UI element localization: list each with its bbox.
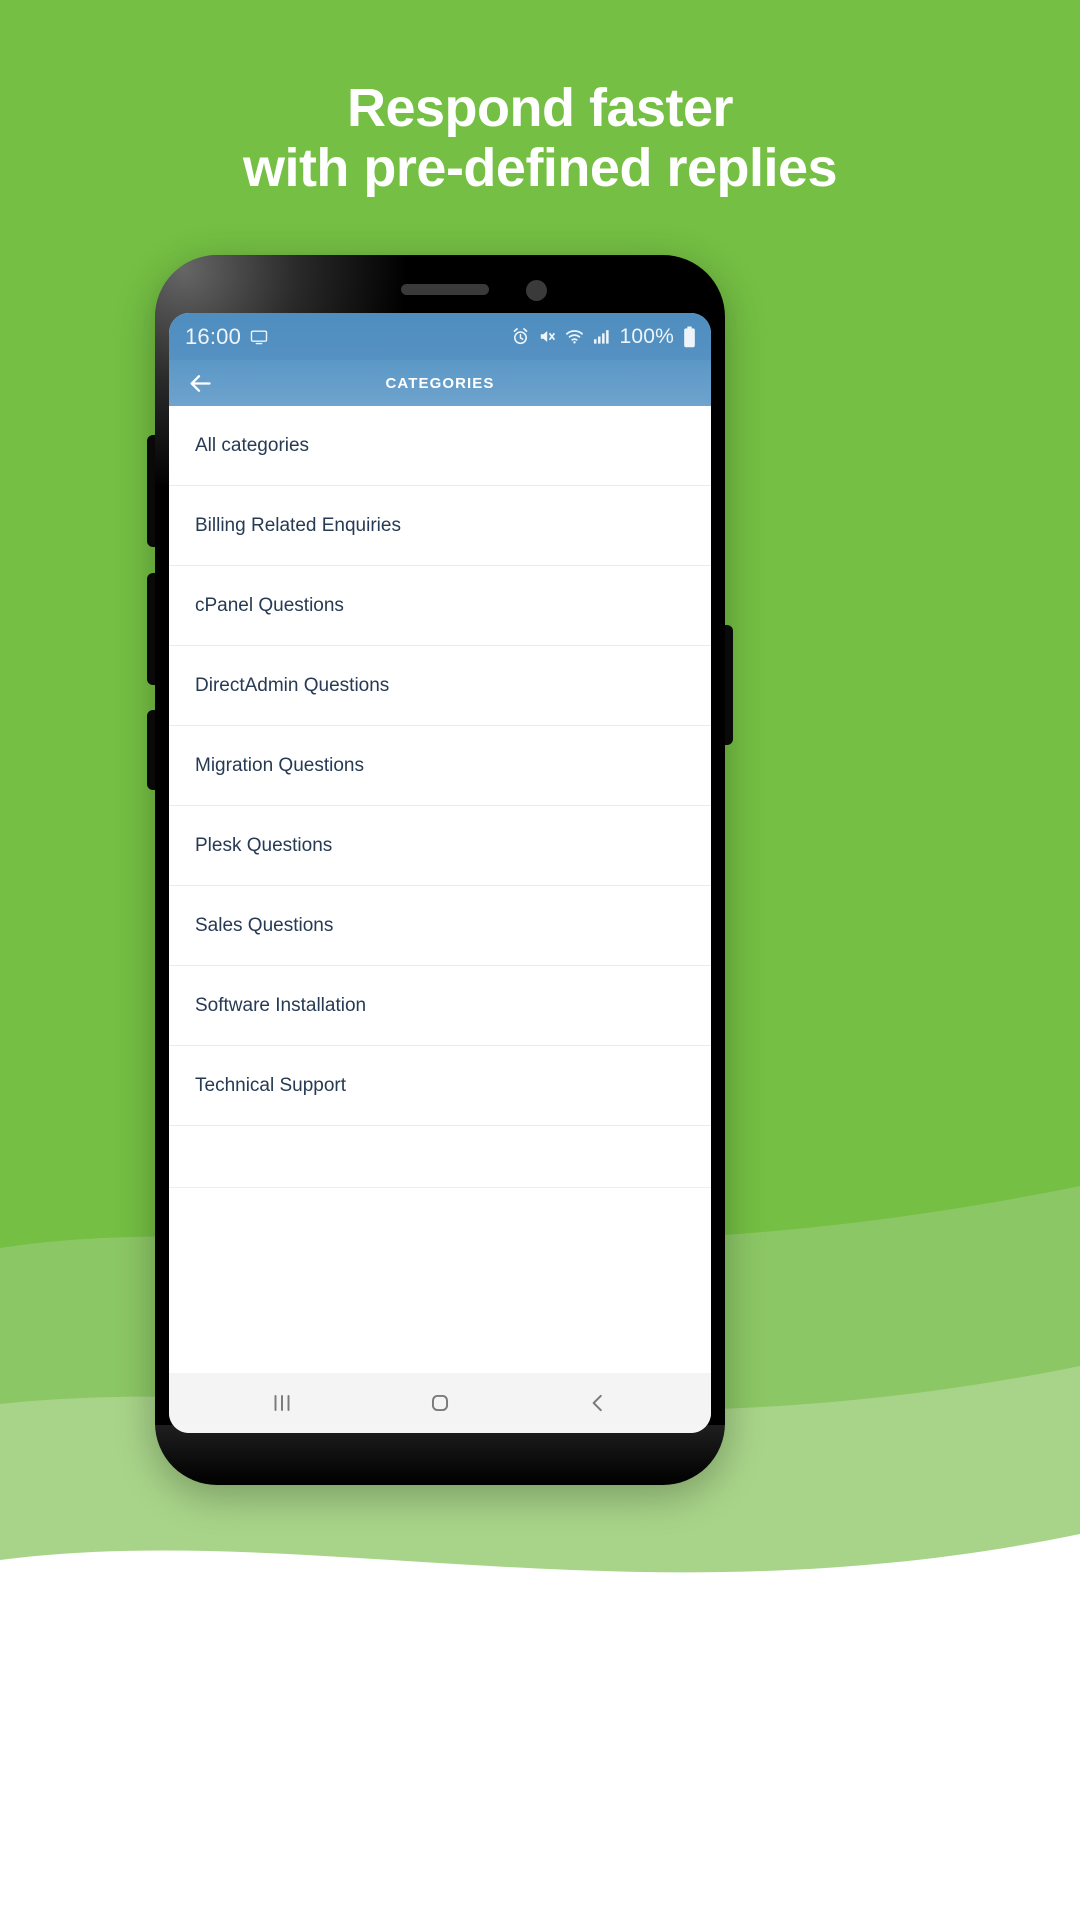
list-item-label: Sales Questions bbox=[195, 914, 334, 936]
list-item-label: DirectAdmin Questions bbox=[195, 674, 390, 696]
status-bar: 16:00 100% bbox=[169, 313, 711, 360]
home-icon bbox=[431, 1394, 449, 1412]
status-bar-left: 16:00 bbox=[185, 324, 269, 350]
list-item-all-categories[interactable]: All categories bbox=[169, 406, 711, 486]
headline-line-2: with pre-defined replies bbox=[242, 138, 838, 199]
list-item-label: All categories bbox=[195, 434, 310, 456]
wifi-icon bbox=[566, 330, 584, 344]
back-arrow-icon bbox=[190, 374, 211, 392]
list-item-migration-questions[interactable]: Migration Questions bbox=[169, 726, 711, 806]
system-navigation-bar bbox=[169, 1373, 711, 1433]
headline-line-1: Respond faster bbox=[346, 78, 734, 138]
signal-icon bbox=[594, 330, 610, 344]
list-item-cpanel-questions[interactable]: cPanel Questions bbox=[169, 566, 711, 646]
wave-white bbox=[0, 1534, 1080, 1920]
list-item-label: Billing Related Enquiries bbox=[195, 514, 401, 536]
list-item-label: Migration Questions bbox=[195, 754, 364, 776]
recents-button[interactable] bbox=[247, 1373, 317, 1433]
mute-icon bbox=[541, 330, 556, 343]
list-item-sales-questions[interactable]: Sales Questions bbox=[169, 886, 711, 966]
headline: Respond faster with pre-defined replies bbox=[0, 78, 1080, 199]
speaker-slot bbox=[401, 284, 489, 295]
list-item-label: Software Installation bbox=[195, 994, 367, 1016]
battery-percent: 100% bbox=[619, 324, 674, 348]
list-item-directadmin-questions[interactable]: DirectAdmin Questions bbox=[169, 646, 711, 726]
bezel-bottom-glare bbox=[155, 1425, 725, 1485]
phone-mockup: 16:00 100% CATEGORIES All categories Bil… bbox=[147, 255, 733, 1485]
phone-screen: 16:00 100% CATEGORIES All categories Bil… bbox=[169, 313, 711, 1433]
page-title: CATEGORIES bbox=[385, 374, 495, 392]
list-empty-row bbox=[169, 1126, 711, 1188]
list-item-billing-related-enquiries[interactable]: Billing Related Enquiries bbox=[169, 486, 711, 566]
back-arrow-button[interactable] bbox=[169, 360, 231, 406]
status-bar-right: 100% bbox=[511, 325, 697, 349]
list-item-label: cPanel Questions bbox=[195, 594, 344, 616]
list-item-label: Plesk Questions bbox=[195, 834, 333, 856]
list-item-label: Technical Support bbox=[195, 1074, 347, 1096]
front-camera-icon bbox=[526, 280, 547, 301]
app-bar: CATEGORIES bbox=[169, 360, 711, 406]
list-item-technical-support[interactable]: Technical Support bbox=[169, 1046, 711, 1126]
back-button[interactable] bbox=[563, 1373, 633, 1433]
list-item-plesk-questions[interactable]: Plesk Questions bbox=[169, 806, 711, 886]
screencast-icon bbox=[250, 329, 268, 344]
status-time: 16:00 bbox=[185, 323, 242, 349]
back-icon bbox=[592, 1394, 602, 1412]
battery-full-icon bbox=[684, 326, 695, 347]
home-button[interactable] bbox=[405, 1373, 475, 1433]
alarm-icon bbox=[514, 328, 528, 345]
phone-body: 16:00 100% CATEGORIES All categories Bil… bbox=[155, 255, 725, 1485]
category-list: All categories Billing Related Enquiries… bbox=[169, 406, 711, 1373]
recents-icon bbox=[274, 1394, 290, 1412]
list-item-software-installation[interactable]: Software Installation bbox=[169, 966, 711, 1046]
